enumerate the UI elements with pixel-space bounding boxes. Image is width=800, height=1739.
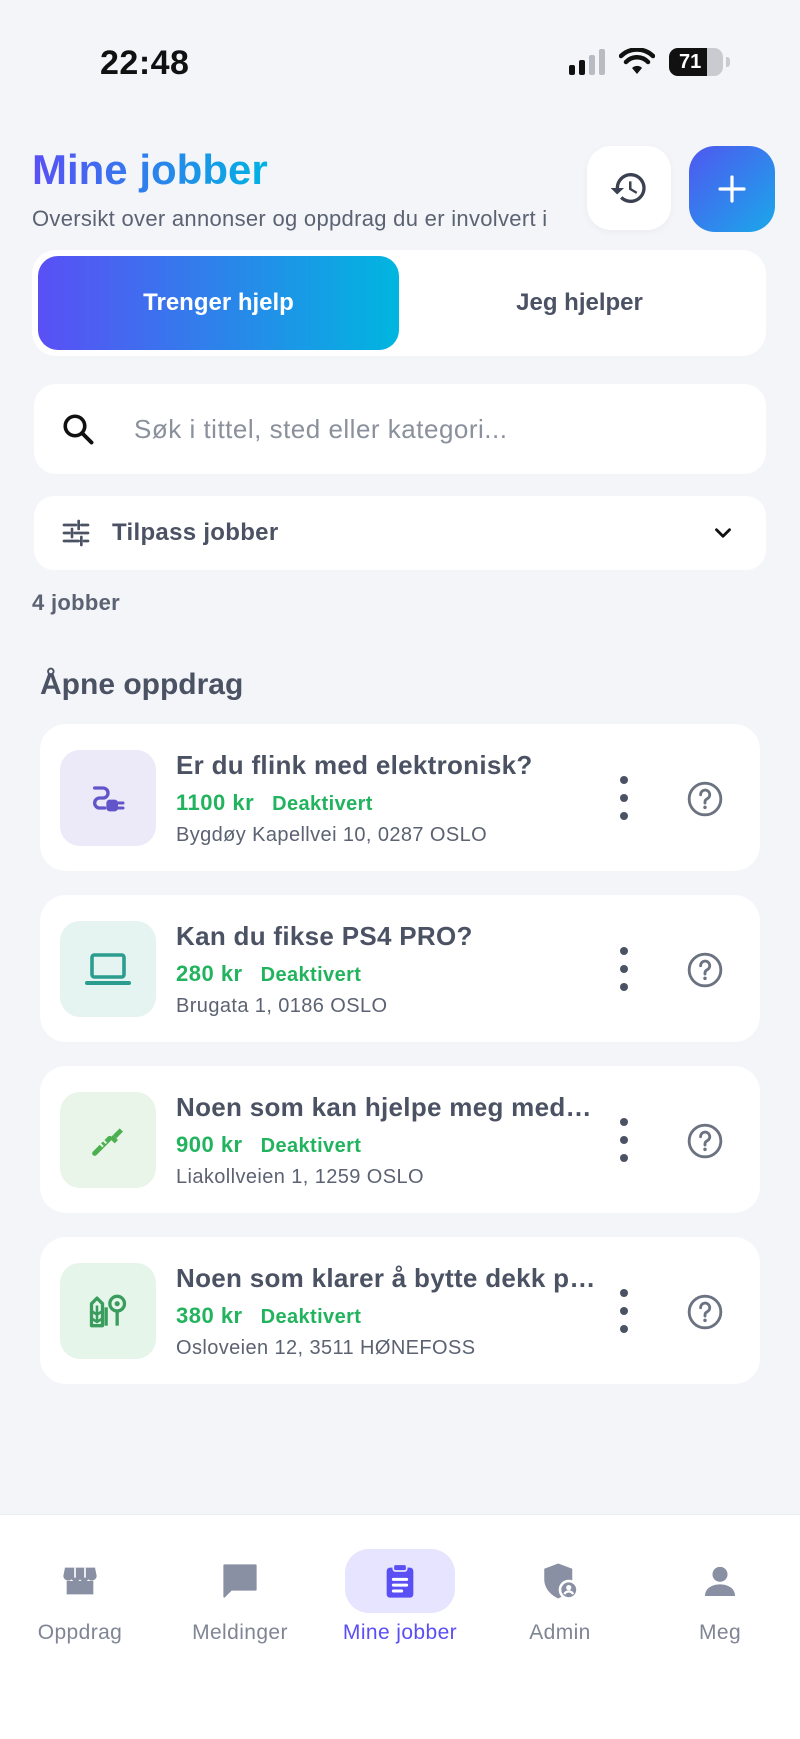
nav-label: Mine jobber	[342, 1621, 458, 1644]
job-status: Deaktivert	[260, 964, 362, 986]
job-title: Noen som klarer å bytte dekk på bilen?	[176, 1263, 596, 1293]
more-options-icon[interactable]	[612, 1118, 636, 1162]
job-status: Deaktivert	[260, 1306, 362, 1328]
admin-shield-icon	[544, 1563, 579, 1600]
nav-icon-container	[25, 1549, 135, 1613]
job-meta: 1100 kr Deaktivert	[176, 790, 373, 816]
person-icon	[705, 1566, 735, 1596]
job-count: 4 jobber	[32, 590, 120, 615]
tune-icon	[62, 519, 90, 547]
garden-location-icon	[89, 1294, 127, 1328]
nav-icon-container	[185, 1549, 295, 1613]
wrench-icon	[92, 1128, 123, 1156]
filter-label: Tilpass jobber	[112, 519, 279, 546]
plug-icon	[93, 786, 125, 812]
more-options-icon[interactable]	[612, 776, 636, 820]
nav-icon-container	[345, 1549, 455, 1613]
section-title: Åpne oppdrag	[40, 668, 244, 701]
tab-jeg-hjelper[interactable]: Jeg hjelper	[399, 256, 760, 350]
battery-percent: 71	[679, 50, 702, 73]
nav-label: Meg	[698, 1621, 742, 1644]
job-status: Deaktivert	[260, 1135, 362, 1157]
job-thumbnail	[60, 1263, 156, 1359]
job-address: Liakollveien 1, 1259 OSLO	[176, 1166, 424, 1188]
help-icon[interactable]	[686, 951, 724, 989]
job-status: Deaktivert	[272, 793, 373, 815]
job-card[interactable]: Er du flink med elektronisk? 1100 kr Dea…	[40, 724, 760, 871]
job-address: Brugata 1, 0186 OSLO	[176, 995, 388, 1017]
nav-item-meg[interactable]: Meg	[640, 1515, 800, 1645]
job-address: Bygdøy Kapellvei 10, 0287 OSLO	[176, 824, 488, 846]
status-bar: 22:48 71	[0, 0, 800, 120]
nav-item-mine-jobber[interactable]: Mine jobber	[320, 1515, 480, 1645]
job-address: Osloveien 12, 3511 HØNEFOSS	[176, 1337, 476, 1359]
job-title: Kan du fikse PS4 PRO?	[176, 921, 473, 951]
nav-item-meldinger[interactable]: Meldinger	[160, 1515, 320, 1645]
history-button[interactable]	[587, 146, 671, 230]
help-icon[interactable]	[686, 1122, 724, 1160]
job-meta: 900 kr Deaktivert	[176, 1132, 361, 1158]
nav-item-oppdrag[interactable]: Oppdrag	[0, 1515, 160, 1645]
cellular-signal-icon	[569, 49, 605, 75]
search-input[interactable]	[134, 413, 766, 445]
job-card[interactable]: Noen som klarer å bytte dekk på bilen? 3…	[40, 1237, 760, 1384]
role-segment-control: Trenger hjelp Jeg hjelper	[32, 250, 766, 356]
job-thumbnail	[60, 1092, 156, 1188]
help-icon[interactable]	[686, 1293, 724, 1331]
tab-trenger-hjelp[interactable]: Trenger hjelp	[38, 256, 399, 350]
clipboard-icon	[386, 1563, 414, 1598]
chevron-down-icon	[715, 528, 731, 538]
nav-label: Oppdrag	[37, 1621, 123, 1644]
job-meta: 280 kr Deaktivert	[176, 961, 361, 987]
filter-dropdown[interactable]: Tilpass jobber	[34, 496, 766, 570]
page-title: Mine jobber	[32, 146, 268, 193]
job-meta: 380 kr Deaktivert	[176, 1303, 361, 1329]
job-title: Er du flink med elektronisk?	[176, 750, 533, 780]
job-card[interactable]: Noen som kan hjelpe meg med rørlegging? …	[40, 1066, 760, 1213]
status-time: 22:48	[100, 44, 190, 82]
more-options-icon[interactable]	[612, 947, 636, 991]
nav-label: Meldinger	[192, 1621, 288, 1644]
status-icons: 71	[569, 48, 730, 76]
job-card[interactable]: Kan du fikse PS4 PRO? 280 kr Deaktivert …	[40, 895, 760, 1042]
history-icon	[610, 173, 646, 203]
plus-icon	[718, 175, 746, 203]
nav-label: Admin	[529, 1621, 591, 1644]
laptop-icon	[85, 953, 131, 985]
add-job-button[interactable]	[689, 146, 775, 232]
nav-item-admin[interactable]: Admin	[480, 1515, 640, 1645]
wifi-icon	[619, 48, 655, 74]
store-icon	[63, 1567, 97, 1595]
chat-icon	[223, 1564, 257, 1598]
job-title: Noen som kan hjelpe meg med rørlegging?	[176, 1092, 596, 1122]
search-icon	[63, 414, 94, 445]
battery-icon: 71	[669, 48, 723, 76]
more-options-icon[interactable]	[612, 1289, 636, 1333]
job-list: Er du flink med elektronisk? 1100 kr Dea…	[40, 724, 760, 1408]
nav-icon-container	[665, 1549, 775, 1613]
help-icon[interactable]	[686, 780, 724, 818]
job-price: 280 kr	[176, 961, 243, 986]
job-thumbnail	[60, 921, 156, 1017]
job-thumbnail	[60, 750, 156, 846]
page-subtitle: Oversikt over annonser og oppdrag du er …	[32, 206, 548, 231]
bottom-navigation: Oppdrag Meldinger Mine jobber Admin Meg	[0, 1514, 800, 1739]
search-bar	[34, 384, 766, 474]
job-price: 380 kr	[176, 1303, 243, 1328]
battery-cap	[726, 57, 730, 67]
nav-icon-container	[505, 1549, 615, 1613]
job-price: 900 kr	[176, 1132, 243, 1157]
job-price: 1100 kr	[176, 790, 255, 815]
